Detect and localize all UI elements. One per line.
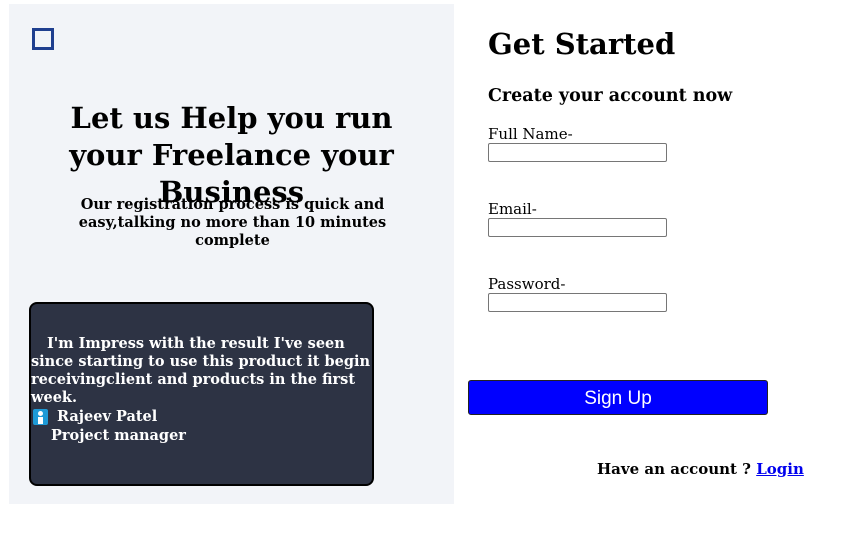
sign-up-button[interactable]: Sign Up (468, 380, 768, 415)
login-link[interactable]: Login (756, 460, 804, 478)
square-outline-icon (32, 28, 54, 50)
left-panel: Let us Help you run your Freelance your … (9, 4, 454, 504)
page: Let us Help you run your Freelance your … (0, 0, 843, 558)
form-subtitle: Create your account now (488, 86, 733, 106)
testimonial-quote-part2: since starting to use this product it be… (31, 353, 371, 406)
testimonial-quote: I'm Impress with the result I've seen si… (31, 335, 371, 407)
author-name: Rajeev Patel (57, 408, 158, 425)
person-icon (33, 409, 48, 425)
author-role: Project manager (51, 427, 186, 444)
email-input[interactable] (488, 218, 667, 237)
testimonial-author: Rajeev Patel (33, 408, 157, 426)
page-title: Get Started (488, 27, 676, 61)
password-label: Password- (488, 275, 566, 293)
password-input[interactable] (488, 293, 667, 312)
hero-subhead: Our registration process is quick and ea… (78, 196, 387, 249)
hero-headline: Let us Help you run your Freelance your … (69, 101, 394, 209)
full-name-input[interactable] (488, 143, 667, 162)
full-name-label: Full Name- (488, 125, 573, 143)
testimonial-card: I'm Impress with the result I've seen si… (29, 302, 374, 486)
login-row: Have an account ? Login (597, 460, 804, 478)
email-label: Email- (488, 200, 537, 218)
login-prompt: Have an account ? (597, 460, 751, 478)
testimonial-quote-part1: I'm Impress with the result I've seen (47, 335, 345, 352)
